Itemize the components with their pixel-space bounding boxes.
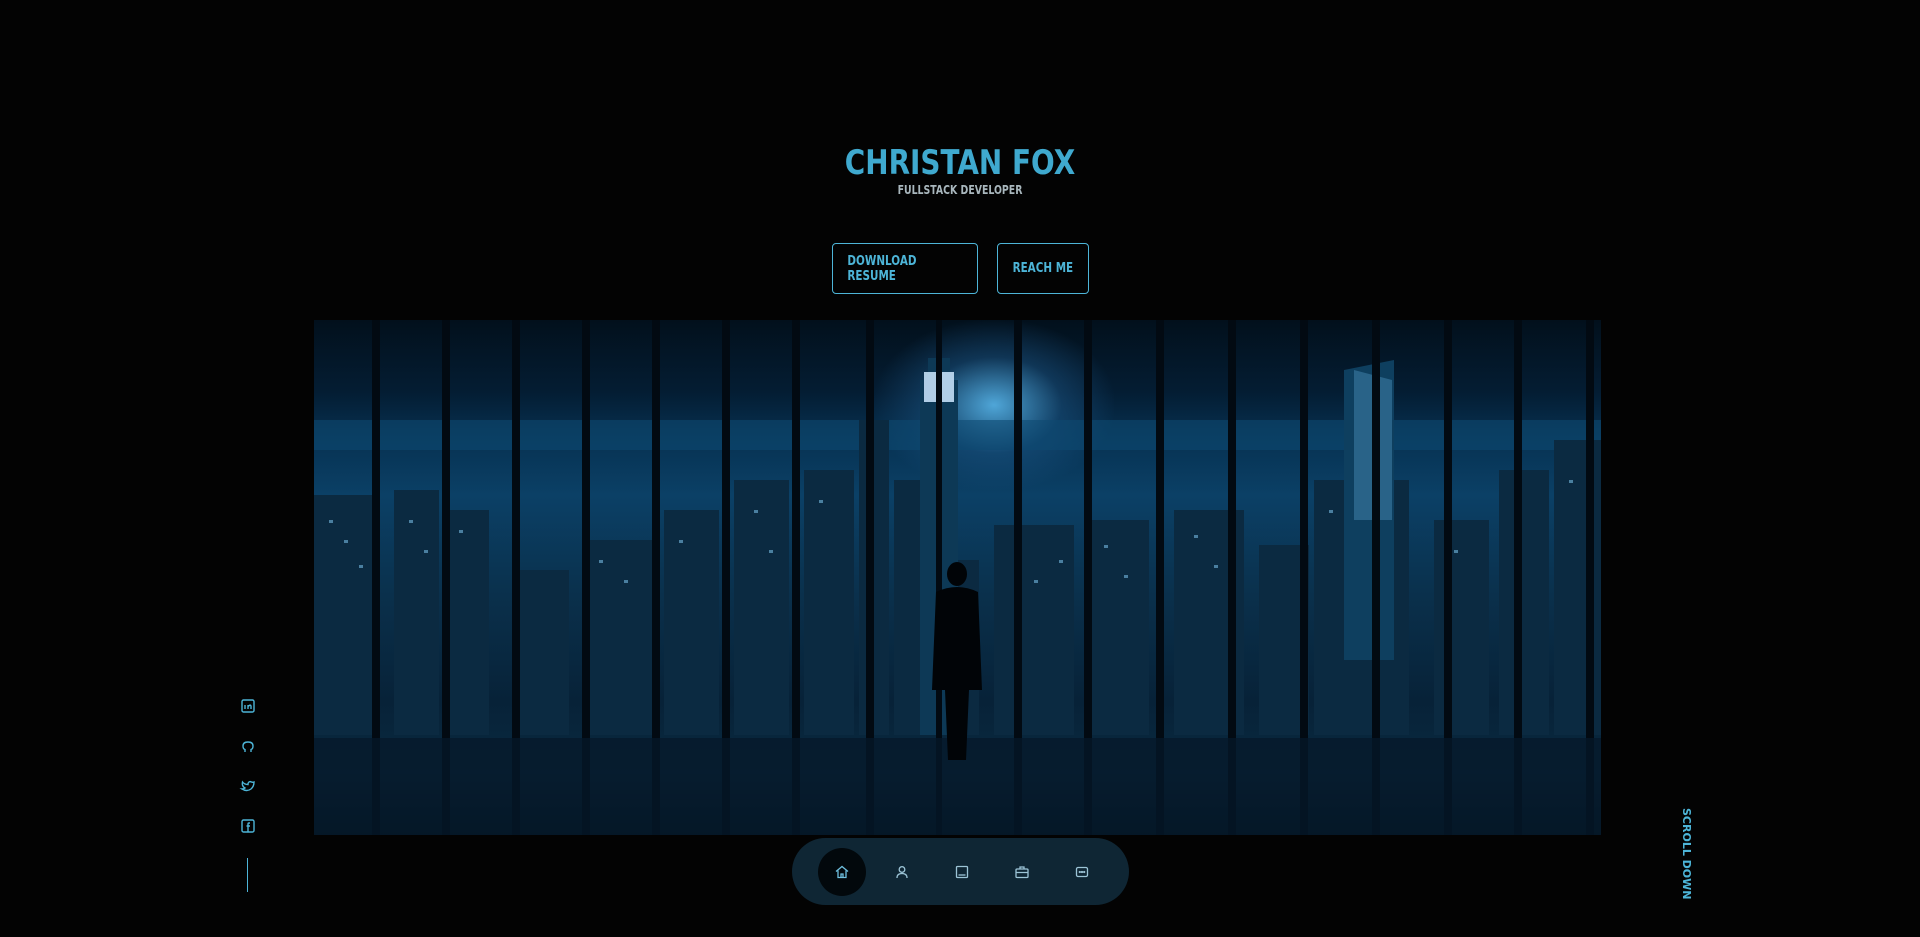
- nav-experience[interactable]: [938, 848, 986, 896]
- nav-home[interactable]: [818, 847, 866, 896]
- social-divider-line: [247, 858, 248, 892]
- download-resume-button[interactable]: DOWNLOAD RESUME: [831, 243, 978, 294]
- bottom-navigation: [792, 838, 1129, 905]
- reach-me-label: REACH ME: [1012, 261, 1073, 276]
- reach-me-button[interactable]: REACH ME: [996, 243, 1089, 294]
- hero-buttons: DOWNLOAD RESUME REACH ME: [0, 243, 1920, 294]
- page-title: CHRISTAN FOX: [844, 142, 1076, 183]
- city-skyline-illustration: [314, 320, 1601, 835]
- scroll-down-link[interactable]: SCROLL DOWN: [1673, 808, 1693, 904]
- nav-about[interactable]: [878, 848, 926, 896]
- user-icon: [896, 865, 908, 878]
- page-subtitle: FULLSTACK DEVELOPER: [897, 183, 1023, 197]
- twitter-icon[interactable]: [236, 774, 260, 798]
- nav-portfolio[interactable]: [998, 848, 1046, 896]
- social-links: [236, 694, 260, 892]
- nav-contact[interactable]: [1058, 848, 1106, 896]
- download-resume-label: DOWNLOAD RESUME: [846, 253, 917, 284]
- message-icon: [1075, 866, 1089, 877]
- linkedin-icon[interactable]: [236, 694, 260, 718]
- briefcase-icon: [1015, 865, 1029, 878]
- book-icon: [955, 865, 969, 878]
- github-icon[interactable]: [236, 734, 260, 758]
- facebook-icon[interactable]: [236, 814, 260, 838]
- home-icon: [835, 865, 849, 878]
- hero-image: [314, 320, 1601, 835]
